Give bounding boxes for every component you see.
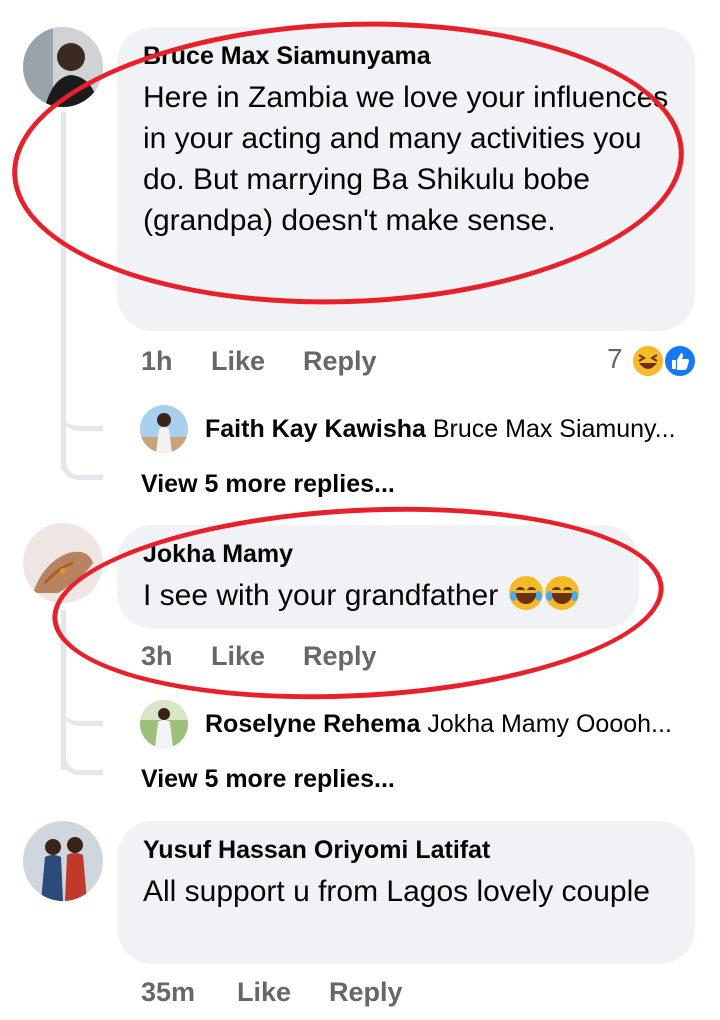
reply-preview[interactable]: Roselyne Rehema Jokha Mamy Ooooh... (205, 709, 672, 739)
comment-bubble: Bruce Max Siamunyama Here in Zambia we l… (117, 27, 695, 331)
view-more-replies[interactable]: View 5 more replies... (141, 470, 395, 499)
comment-time[interactable]: 1h (141, 346, 173, 377)
comment-text: Here in Zambia we love your influences i… (143, 81, 669, 237)
tears-of-joy-emoji (508, 576, 543, 610)
comment-time[interactable]: 35m (141, 977, 195, 1008)
avatar-photo-icon (23, 821, 103, 901)
avatar[interactable] (23, 27, 103, 107)
thread-branch (61, 690, 103, 726)
avatar-photo-icon (23, 27, 103, 107)
comment-text: I see with your grandfather (143, 575, 617, 616)
avatar[interactable] (23, 821, 103, 901)
reply-button[interactable]: Reply (303, 346, 377, 377)
comment-time[interactable]: 3h (141, 641, 173, 672)
like-button[interactable]: Like (237, 977, 291, 1008)
reply-button[interactable]: Reply (303, 641, 377, 672)
comment-text-body: I see with your grandfather (143, 579, 499, 612)
thread-branch (61, 450, 103, 480)
reply-author[interactable]: Faith Kay Kawisha (205, 415, 426, 443)
comment-author[interactable]: Jokha Mamy (143, 539, 617, 569)
comment-author[interactable]: Yusuf Hassan Oriyomi Latifat (143, 835, 673, 865)
like-icon (663, 344, 697, 378)
like-button[interactable]: Like (211, 641, 265, 672)
avatar[interactable] (140, 700, 188, 748)
thread-branch (61, 395, 103, 431)
comment-bubble: Jokha Mamy I see with your grandfather (117, 525, 639, 629)
reply-snippet: Jokha Mamy Ooooh... (427, 710, 672, 738)
avatar[interactable] (23, 523, 103, 603)
view-more-replies[interactable]: View 5 more replies... (141, 765, 395, 794)
haha-icon (631, 344, 665, 378)
reaction-summary[interactable] (630, 343, 700, 379)
reply-button[interactable]: Reply (329, 977, 403, 1008)
comment-bubble: Yusuf Hassan Oriyomi Latifat All support… (117, 821, 695, 964)
reply-author[interactable]: Roselyne Rehema (205, 710, 420, 738)
comment-author[interactable]: Bruce Max Siamunyama (143, 41, 673, 71)
avatar-photo-icon (23, 523, 103, 603)
tears-of-joy-emoji (544, 576, 579, 610)
thread-branch (61, 745, 103, 775)
reply-snippet: Bruce Max Siamuny... (432, 415, 676, 443)
comment-text: All support u from Lagos lovely couple (143, 875, 650, 908)
reply-preview[interactable]: Faith Kay Kawisha Bruce Max Siamuny... (205, 414, 676, 444)
reaction-count[interactable]: 7 (607, 343, 623, 375)
like-button[interactable]: Like (211, 346, 265, 377)
avatar[interactable] (140, 405, 188, 453)
